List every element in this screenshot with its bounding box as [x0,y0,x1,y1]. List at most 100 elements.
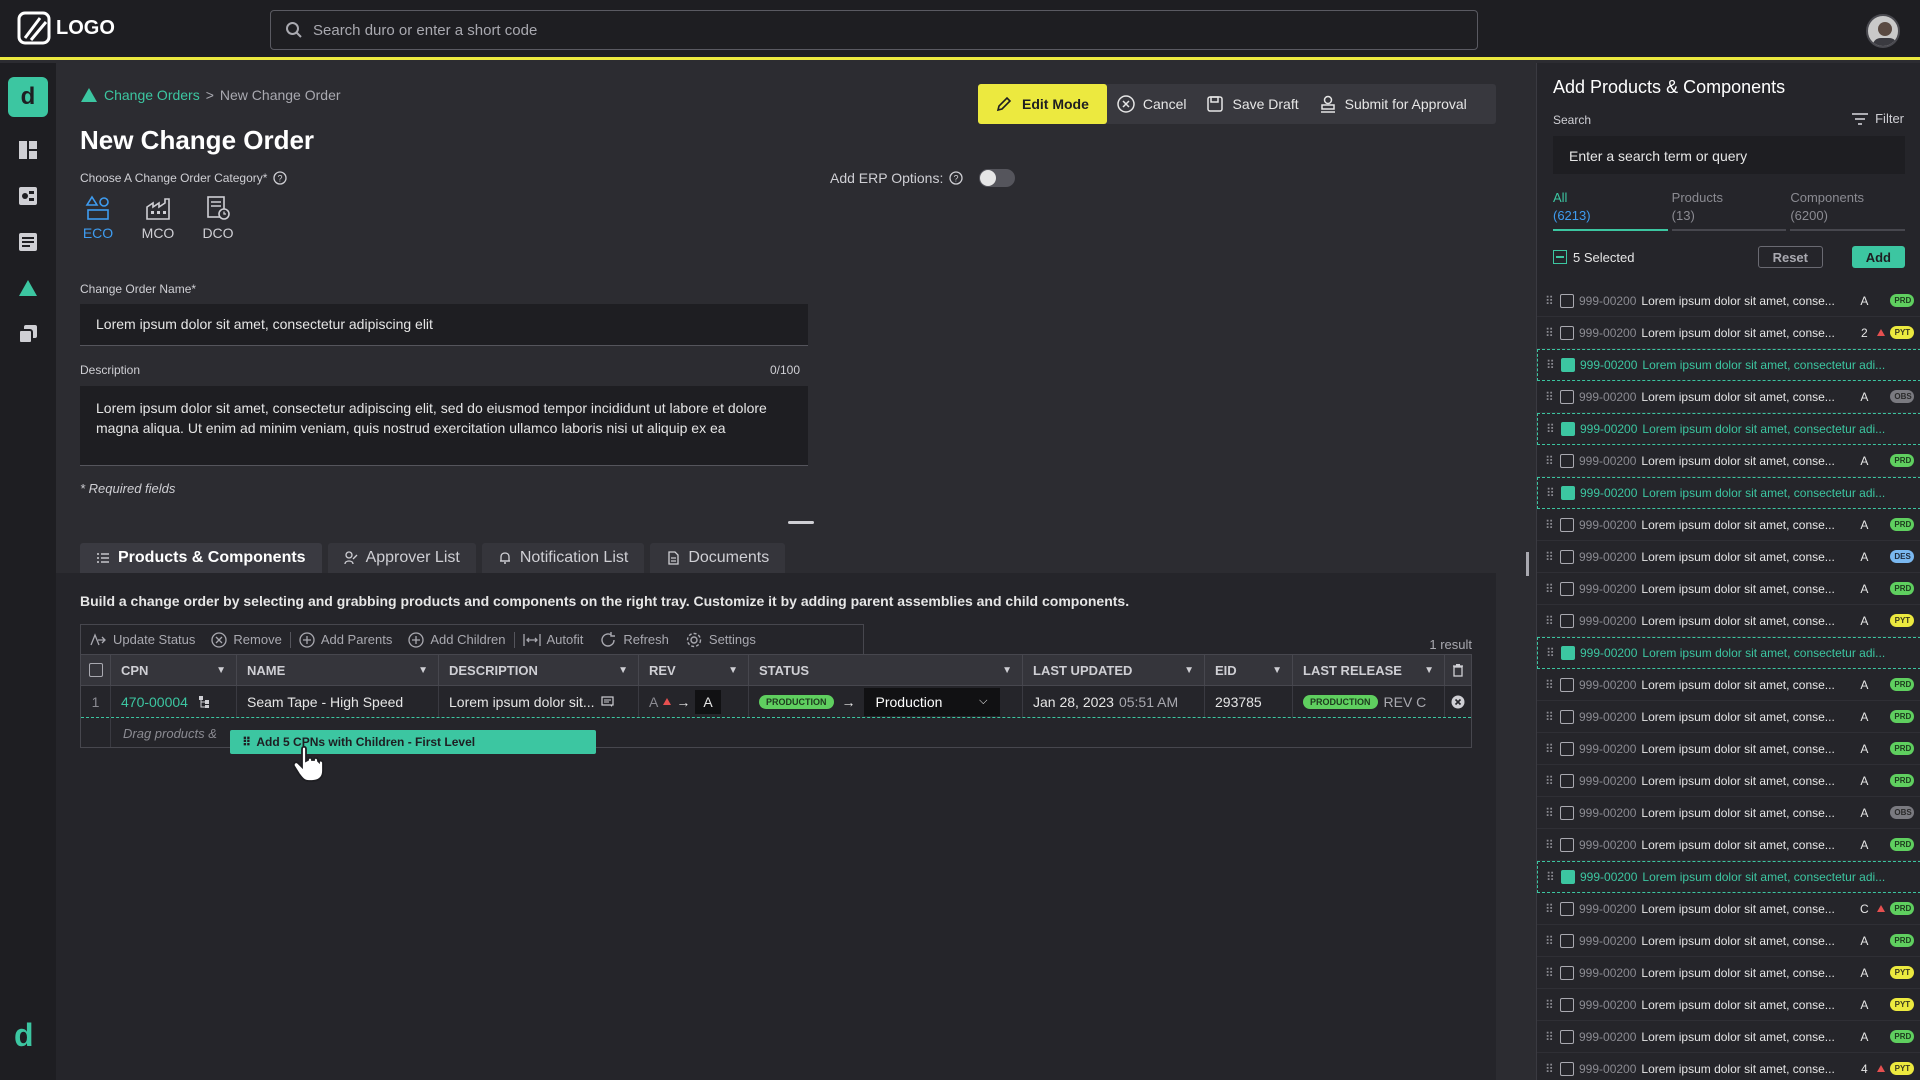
item-checkbox[interactable] [1560,773,1574,788]
tab-approver-list[interactable]: Approver List [327,543,476,573]
column-header-eid[interactable]: EID ▼ [1205,655,1293,685]
list-item[interactable]: ⠿ 999-00200 Lorem ipsum dolor sit amet, co… [1537,925,1920,957]
list-item[interactable]: ⠿ 999-00200 Lorem ipsum dolor sit amet, co… [1537,989,1920,1021]
category-eco[interactable]: ECO [80,195,116,241]
tab-products[interactable]: Products (13) [1671,189,1787,231]
sidebar-item-components[interactable] [8,176,48,216]
drag-grip-icon[interactable]: ⠿ [1545,1030,1555,1044]
item-checkbox[interactable] [1560,837,1574,852]
save-draft-button[interactable]: Save Draft [1196,95,1308,113]
deselect-all-checkbox[interactable] [1553,250,1567,264]
drag-grip-icon[interactable]: ⠿ [1545,1062,1555,1076]
list-item[interactable]: ⠿ 999-00200 Lorem ipsum dolor sit amet, co… [1537,701,1920,733]
item-checkbox[interactable] [1560,1029,1574,1044]
item-checkbox[interactable] [1561,486,1575,500]
bottom-logo[interactable]: d [14,1017,34,1054]
add-children-button[interactable]: Add Children [400,631,513,648]
sidebar-item-change-orders[interactable] [8,268,48,308]
tab-notification-list[interactable]: Notification List [481,543,645,573]
category-dco[interactable]: DCO [200,195,236,241]
item-checkbox[interactable] [1560,517,1574,532]
list-item[interactable]: ⠿ 999-00200 Lorem ipsum dolor sit amet, co… [1537,605,1920,637]
cancel-button[interactable]: Cancel [1107,95,1197,113]
drag-grip-icon[interactable]: ⠿ [1545,710,1555,724]
drag-grip-icon[interactable]: ⠿ [1545,998,1555,1012]
item-checkbox[interactable] [1560,901,1574,916]
drag-grip-icon[interactable]: ⠿ [1545,454,1555,468]
item-checkbox[interactable] [1560,933,1574,948]
drag-grip-icon[interactable]: ⠿ [1545,934,1555,948]
add-button[interactable]: Add [1851,246,1905,268]
drag-grip-icon[interactable]: ⠿ [1546,358,1556,372]
list-item[interactable]: ⠿ 999-00200 Lorem ipsum dolor sit amet, co… [1537,413,1920,445]
drag-grip-icon[interactable]: ⠿ [1545,902,1555,916]
list-item[interactable]: ⠿ 999-00200 Lorem ipsum dolor sit amet, co… [1537,829,1920,861]
list-item[interactable]: ⠿ 999-00200 Lorem ipsum dolor sit amet, co… [1537,797,1920,829]
status-select[interactable]: Production ⌵ [863,687,1000,716]
edit-mode-button[interactable]: Edit Mode [978,84,1107,124]
change-order-name-input[interactable]: Lorem ipsum dolor sit amet, consectetur … [80,304,808,346]
comment-icon[interactable] [600,695,614,708]
select-all-checkbox[interactable] [88,663,103,677]
submit-for-approval-button[interactable]: Submit for Approval [1309,95,1477,113]
drag-grip-icon[interactable]: ⠿ [1545,838,1555,852]
assembly-tree-icon[interactable] [198,695,210,709]
list-item[interactable]: ⠿ 999-00200 Lorem ipsum dolor sit amet, co… [1537,509,1920,541]
list-item[interactable]: ⠿ 999-00200 Lorem ipsum dolor sit amet, co… [1537,861,1920,893]
drag-grip-icon[interactable]: ⠿ [1545,550,1555,564]
column-header-last-release[interactable]: LAST RELEASE ▼ [1293,655,1445,685]
rev-to-input[interactable]: A [695,689,721,714]
sort-caret-icon[interactable]: ▼ [618,665,628,676]
settings-button[interactable]: Settings [677,631,764,649]
drag-grip-icon[interactable]: ⠿ [1546,422,1556,436]
cpn-link[interactable]: 470-00004 [121,694,188,710]
drag-grip-icon[interactable]: ⠿ [1546,486,1556,500]
delete-column-header[interactable] [1445,655,1471,685]
item-checkbox[interactable] [1560,709,1574,724]
sidebar-item-products[interactable] [8,222,48,262]
list-item[interactable]: ⠿ 999-00200 Lorem ipsum dolor sit amet, co… [1537,637,1920,669]
item-checkbox[interactable] [1561,422,1575,436]
sort-caret-icon[interactable]: ▼ [728,665,738,676]
app-logo[interactable]: LOGO [16,10,115,46]
drag-grip-icon[interactable]: ⠿ [1545,326,1555,340]
item-checkbox[interactable] [1560,325,1574,340]
drag-grip-icon[interactable]: ⠿ [1545,678,1555,692]
drag-grip-icon[interactable]: ⠿ [1545,294,1555,308]
drag-grip-icon[interactable]: ⠿ [1545,742,1555,756]
tab-all[interactable]: All (6213) [1553,189,1668,231]
category-mco[interactable]: MCO [140,195,176,241]
item-checkbox[interactable] [1561,646,1575,660]
item-checkbox[interactable] [1560,1061,1574,1076]
item-checkbox[interactable] [1560,677,1574,692]
column-header-name[interactable]: NAME ▼ [237,655,439,685]
list-item[interactable]: ⠿ 999-00200 Lorem ipsum dolor sit amet, co… [1537,317,1920,349]
item-checkbox[interactable] [1560,965,1574,980]
list-item[interactable]: ⠿ 999-00200 Lorem ipsum dolor sit amet, co… [1537,957,1920,989]
sort-caret-icon[interactable]: ▼ [1272,665,1282,676]
list-item[interactable]: ⠿ 999-00200 Lorem ipsum dolor sit amet, co… [1537,1053,1920,1080]
item-checkbox[interactable] [1560,453,1574,468]
sort-caret-icon[interactable]: ▼ [216,665,226,676]
drag-grip-icon[interactable]: ⠿ [1545,614,1555,628]
column-header-description[interactable]: DESCRIPTION ▼ [439,655,639,685]
list-item[interactable]: ⠿ 999-00200 Lorem ipsum dolor sit amet, co… [1537,765,1920,797]
sort-caret-icon[interactable]: ▼ [1184,665,1194,676]
tab-products-components[interactable]: Products & Components [80,543,322,573]
remove-button[interactable]: Remove [203,631,289,648]
sidebar-item-home[interactable]: d [8,77,48,117]
description-textarea[interactable]: Lorem ipsum dolor sit amet, consectetur … [80,386,808,466]
item-checkbox[interactable] [1560,293,1574,308]
drag-grip-icon[interactable]: ⠿ [1546,870,1556,884]
list-item[interactable]: ⠿ 999-00200 Lorem ipsum dolor sit amet, co… [1537,733,1920,765]
item-checkbox[interactable] [1560,741,1574,756]
drag-grip-icon[interactable]: ⠿ [1545,774,1555,788]
item-checkbox[interactable] [1560,581,1574,596]
global-search-input[interactable]: Search duro or enter a short code [270,10,1478,50]
list-item[interactable]: ⠿ 999-00200 Lorem ipsum dolor sit amet, co… [1537,573,1920,605]
drag-grip-icon[interactable]: ⠿ [1545,806,1555,820]
column-header-cpn[interactable]: CPN ▼ [111,655,237,685]
list-item[interactable]: ⠿ 999-00200 Lorem ipsum dolor sit amet, co… [1537,477,1920,509]
user-avatar[interactable] [1866,14,1900,48]
item-checkbox[interactable] [1560,613,1574,628]
